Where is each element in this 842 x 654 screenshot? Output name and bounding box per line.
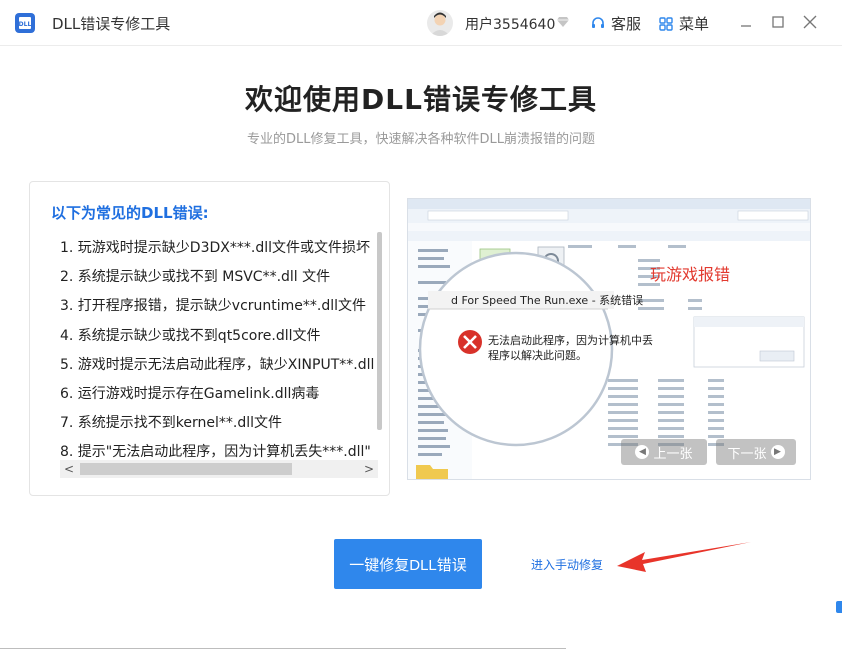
close-button[interactable]: [798, 10, 822, 34]
close-icon: [803, 15, 817, 29]
side-tab[interactable]: [836, 601, 842, 613]
list-item: 6. 运行游戏时提示存在Gamelink.dll病毒: [60, 385, 320, 402]
error-screenshot-carousel: d For Speed The Run.exe - 系统错误 无法启动此程序，因…: [407, 198, 811, 480]
menu-button[interactable]: 菜单: [658, 13, 709, 34]
page-subtitle: 专业的DLL修复工具，快速解决各种软件DLL崩溃报错的问题: [247, 132, 595, 147]
list-item: 7. 系统提示找不到kernel**.dll文件: [60, 415, 283, 432]
user-avatar-icon: [430, 12, 450, 36]
magnifier-error-line2: 程序以解决此问题。: [488, 349, 587, 362]
bottom-divider: [0, 648, 566, 649]
maximize-icon: [772, 16, 784, 28]
previous-slide-label: 上一张: [653, 446, 693, 462]
horizontal-scroll-thumb[interactable]: [80, 463, 292, 475]
chevron-right-icon: ▶: [770, 445, 785, 459]
diamond-icon[interactable]: [556, 15, 570, 29]
error-list[interactable]: 1. 玩游戏时提示缺少D3DX***.dll文件或文件损坏 2. 系统提示缺少或…: [60, 234, 378, 464]
scroll-right-arrow[interactable]: >: [360, 460, 378, 478]
customer-service-button[interactable]: 客服: [590, 13, 641, 34]
horizontal-scrollbar[interactable]: < >: [60, 460, 378, 478]
manual-repair-link[interactable]: 进入手动修复: [531, 556, 603, 573]
list-item: 3. 打开程序报错，提示缺少vcruntime**.dll文件: [60, 298, 367, 315]
list-item: 2. 系统提示缺少或找不到 MSVC**.dll 文件: [60, 269, 331, 286]
app-window: DLL DLL错误专修工具 用户3554640 客服 菜单 欢迎使用DLL错误专…: [0, 0, 842, 654]
next-slide-label: 下一张: [727, 446, 767, 462]
minimize-button[interactable]: [734, 10, 758, 34]
list-item: 1. 玩游戏时提示缺少D3DX***.dll文件或文件损坏: [60, 240, 370, 256]
grid-icon: [659, 16, 673, 31]
chevron-left-icon: ◀: [635, 445, 650, 459]
svg-text:DLL: DLL: [19, 21, 32, 28]
minimize-icon: [741, 25, 751, 27]
common-errors-title: 以下为常见的DLL错误:: [51, 204, 209, 222]
app-logo-icon: DLL: [15, 13, 35, 33]
menu-label: 菜单: [679, 15, 710, 33]
previous-slide-button[interactable]: ◀ 上一张: [621, 439, 707, 465]
customer-service-label: 客服: [611, 15, 642, 33]
app-title: DLL错误专修工具: [52, 15, 171, 33]
pointer-arrow-icon: [617, 542, 751, 572]
magnifier-dialog-title: d For Speed The Run.exe - 系统错误: [451, 294, 644, 307]
user-avatar[interactable]: [427, 10, 453, 36]
scroll-left-arrow[interactable]: <: [60, 460, 78, 478]
page-title: 欢迎使用DLL错误专修工具: [245, 83, 597, 116]
one-click-repair-button[interactable]: 一键修复DLL错误: [334, 539, 482, 589]
magnifier-error-line1: 无法启动此程序，因为计算机中丢: [488, 334, 653, 347]
list-item: 4. 系统提示缺少或找不到qt5core.dll文件: [60, 327, 321, 344]
title-bar: DLL DLL错误专修工具 用户3554640 客服 菜单: [0, 0, 842, 46]
common-errors-card: 以下为常见的DLL错误: 1. 玩游戏时提示缺少D3DX***.dll文件或文件…: [29, 181, 390, 496]
username[interactable]: 用户3554640: [465, 14, 555, 34]
headset-icon: [592, 16, 604, 28]
screenshot-caption: 玩游戏报错: [650, 265, 731, 284]
list-item: 5. 游戏时提示无法启动此程序，缺少XINPUT**.dll: [60, 356, 375, 373]
maximize-button[interactable]: [766, 10, 790, 34]
next-slide-button[interactable]: 下一张 ▶: [716, 439, 796, 465]
vertical-scrollbar[interactable]: [377, 232, 382, 430]
